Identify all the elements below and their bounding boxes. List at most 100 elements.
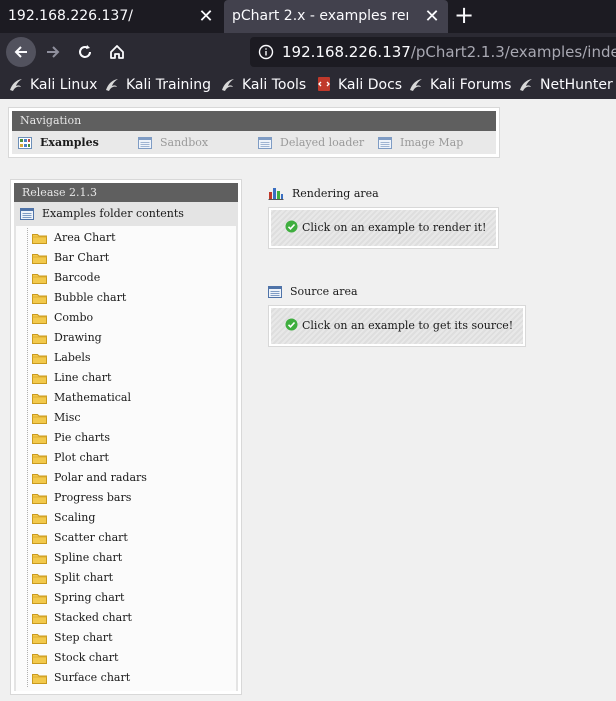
check-circle-icon xyxy=(285,220,298,233)
tab-1[interactable]: 192.168.226.137/ ✕ xyxy=(0,0,224,33)
nav-item-examples[interactable]: Examples xyxy=(18,131,99,154)
tab-title: pChart 2.x - examples rendering xyxy=(232,8,408,24)
folder-item[interactable]: Line chart xyxy=(16,368,236,388)
window-icon xyxy=(378,137,392,149)
back-button[interactable] xyxy=(6,37,36,67)
folder-icon xyxy=(32,274,47,284)
folder-icon xyxy=(32,594,47,604)
nav-item-delayed-loader[interactable]: Delayed loader xyxy=(258,131,364,154)
folder-icon xyxy=(32,434,47,444)
url-host: 192.168.226.137 xyxy=(282,43,411,61)
bookmark-kali-training[interactable]: Kali Training xyxy=(104,71,211,99)
source-area-title: Source area xyxy=(268,282,526,302)
folder-icon xyxy=(32,574,47,584)
bookmark-nethunter[interactable]: NetHunter xyxy=(518,71,613,99)
folder-item[interactable]: Step chart xyxy=(16,628,236,648)
window-icon xyxy=(268,286,282,298)
folder-label: Plot chart xyxy=(54,451,109,464)
nav-item-sandbox[interactable]: Sandbox xyxy=(138,131,208,154)
folder-item[interactable]: Spline chart xyxy=(16,548,236,568)
rendering-message-box: Click on an example to render it! xyxy=(268,207,500,249)
folder-label: Pie charts xyxy=(54,431,111,444)
forward-button[interactable] xyxy=(38,37,68,67)
folder-item[interactable]: Pie charts xyxy=(16,428,236,448)
folder-item[interactable]: Stacked chart xyxy=(16,608,236,628)
folder-item[interactable]: Stock chart xyxy=(16,648,236,668)
rendering-area-label: Rendering area xyxy=(292,187,379,200)
check-circle-icon xyxy=(285,318,298,331)
folder-item[interactable]: Bar Chart xyxy=(16,248,236,268)
close-tab-icon[interactable]: ✕ xyxy=(196,0,216,33)
folder-icon xyxy=(32,514,47,524)
folder-item[interactable]: Mathematical xyxy=(16,388,236,408)
folder-item[interactable]: Barcode xyxy=(16,268,236,288)
folder-item[interactable]: Bubble chart xyxy=(16,288,236,308)
folder-item[interactable]: Area Chart xyxy=(16,228,236,248)
bookmark-kali-forums[interactable]: Kali Forums xyxy=(408,71,511,99)
folder-label: Surface chart xyxy=(54,671,131,684)
home-button[interactable] xyxy=(102,37,132,67)
folder-icon xyxy=(32,374,47,384)
folder-label: Line chart xyxy=(54,371,112,384)
source-message-text: Click on an example to get its source! xyxy=(302,319,514,332)
folder-tree: Area Chart Bar Chart Barcode Bubble chart Co… xyxy=(16,226,236,691)
source-area: Source area Click on an example to get i… xyxy=(268,282,527,347)
folder-label: Stock chart xyxy=(54,651,119,664)
kali-dragon-icon xyxy=(520,79,532,91)
folder-list: Area Chart Bar Chart Barcode Bubble chart Co… xyxy=(16,226,236,688)
tab-2[interactable]: pChart 2.x - examples rendering ✕ xyxy=(224,0,448,33)
bookmarks-bar: Kali Linux Kali Training Kali Tools Kali… xyxy=(0,71,616,99)
tab-title: 192.168.226.137/ xyxy=(8,8,133,24)
info-icon[interactable] xyxy=(258,44,274,60)
nav-item-label: Image Map xyxy=(400,136,464,149)
folder-icon xyxy=(32,254,47,264)
bookmark-kali-docs[interactable]: Kali Docs xyxy=(316,71,402,99)
folder-icon xyxy=(32,614,47,624)
folder-icon xyxy=(32,334,47,344)
folder-item[interactable]: Split chart xyxy=(16,568,236,588)
reload-button[interactable] xyxy=(70,37,100,67)
bookmark-label: Kali Training xyxy=(126,77,211,93)
folder-item[interactable]: Labels xyxy=(16,348,236,368)
folder-item[interactable]: Plot chart xyxy=(16,448,236,468)
new-tab-icon[interactable]: + xyxy=(452,0,476,33)
close-tab-icon[interactable]: ✕ xyxy=(422,0,442,33)
folder-label: Progress bars xyxy=(54,491,132,504)
folder-item[interactable]: Polar and radars xyxy=(16,468,236,488)
folder-item[interactable]: Combo xyxy=(16,308,236,328)
folder-label: Mathematical xyxy=(54,391,131,404)
folder-icon xyxy=(32,454,47,464)
bookmark-kali-tools[interactable]: Kali Tools xyxy=(220,71,306,99)
window-icon xyxy=(258,137,272,149)
navigation-header: Navigation xyxy=(12,111,496,131)
rendering-message: Click on an example to render it! xyxy=(271,210,497,246)
folder-icon xyxy=(32,354,47,364)
folder-item[interactable]: Scatter chart xyxy=(16,528,236,548)
reload-icon xyxy=(79,45,91,58)
folder-icon xyxy=(32,414,47,424)
folder-item[interactable]: Surface chart xyxy=(16,668,236,688)
arrow-left-icon xyxy=(14,46,27,58)
folder-label: Barcode xyxy=(54,271,101,284)
arrow-right-icon xyxy=(47,46,60,58)
url-bar[interactable]: 192.168.226.137/pChart2.1.3/examples/ind… xyxy=(250,37,616,67)
examples-folder-heading[interactable]: Examples folder contents xyxy=(14,202,238,226)
nav-item-image-map[interactable]: Image Map xyxy=(378,131,463,154)
kali-dragon-icon xyxy=(106,79,118,91)
folder-item[interactable]: Spring chart xyxy=(16,588,236,608)
folder-item[interactable]: Drawing xyxy=(16,328,236,348)
bookmark-label: Kali Tools xyxy=(242,77,307,93)
folder-item[interactable]: Scaling xyxy=(16,508,236,528)
bookmark-kali-linux[interactable]: Kali Linux xyxy=(8,71,97,99)
folder-item[interactable]: Misc xyxy=(16,408,236,428)
folder-item[interactable]: Progress bars xyxy=(16,488,236,508)
folder-icon xyxy=(32,474,47,484)
rendering-message-text: Click on an example to render it! xyxy=(302,221,487,234)
folder-icon xyxy=(32,314,47,324)
bookmark-label: Kali Forums xyxy=(430,77,512,93)
folder-label: Split chart xyxy=(54,571,114,584)
folder-icon xyxy=(32,234,47,244)
rendering-area: Rendering area Click on an example to re… xyxy=(268,184,500,249)
window-icon xyxy=(138,137,152,149)
navigation-items: Examples Sandbox Delayed loader Image Ma… xyxy=(12,131,496,154)
